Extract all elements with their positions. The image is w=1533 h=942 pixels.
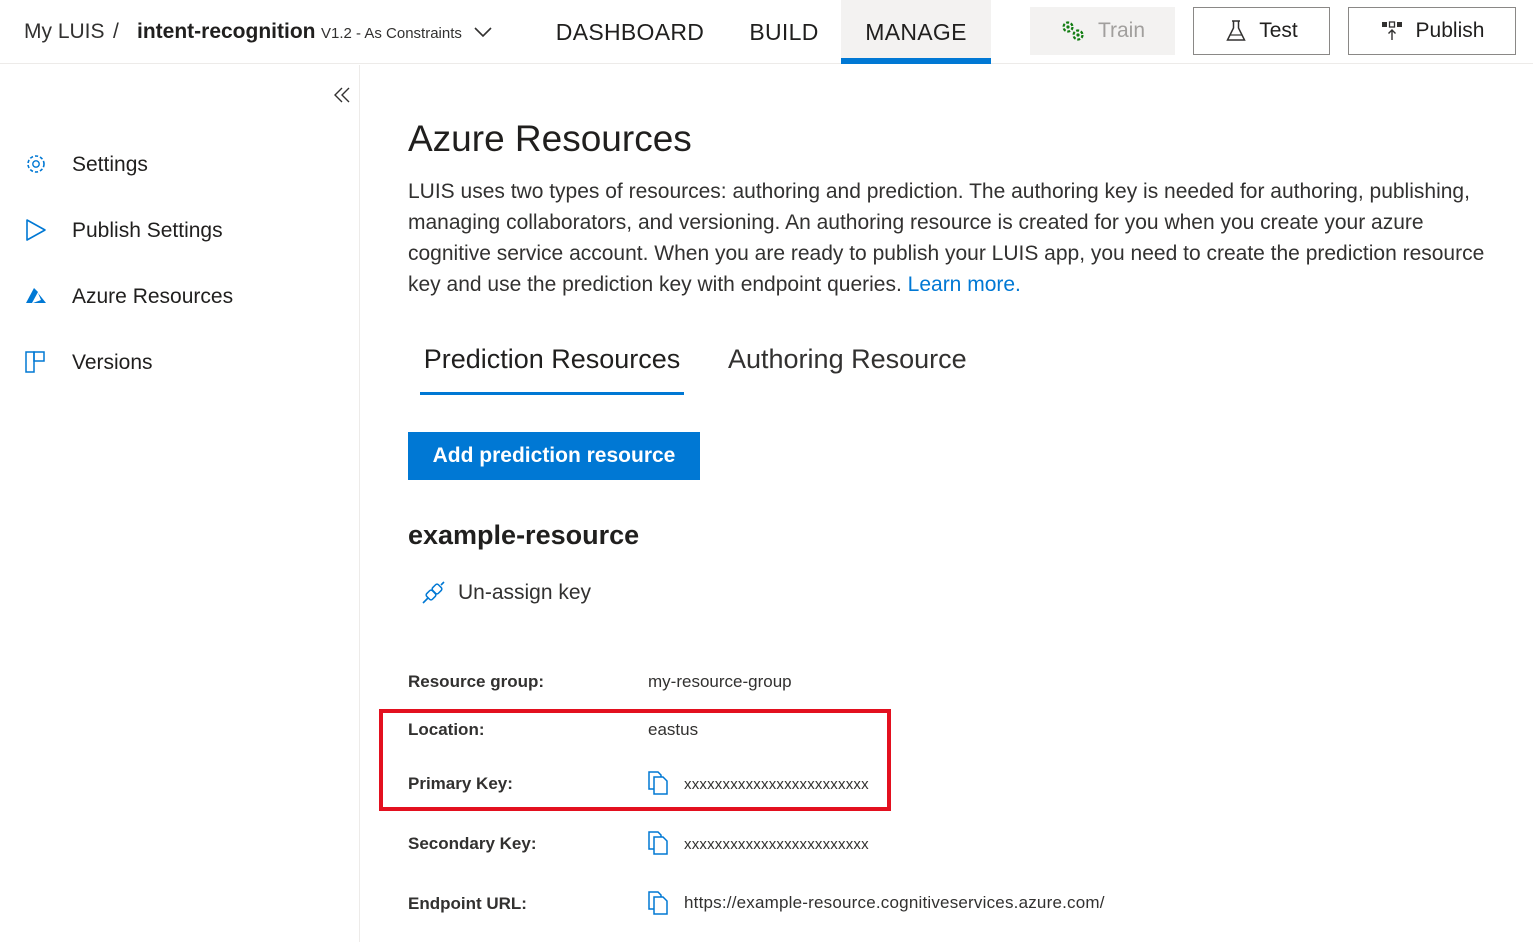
breadcrumb-separator: / — [113, 20, 119, 43]
add-prediction-resource-button[interactable]: Add prediction resource — [408, 432, 700, 480]
resource-group-label: Resource group: — [408, 672, 545, 691]
train-button[interactable]: Train — [1030, 7, 1175, 55]
sidebar-item-label: Versions — [72, 351, 153, 374]
resource-group-value: my-resource-group — [648, 672, 792, 691]
sidebar: Settings Publish Settings Azure Resource… — [0, 65, 360, 942]
gears-icon — [1062, 21, 1084, 41]
resource-name: example-resource — [408, 520, 640, 550]
endpoint-url-value: https://example-resource.cognitiveservic… — [684, 893, 1105, 912]
top-bar: My LUIS / intent-recognition V1.2 - As C… — [0, 0, 1533, 64]
publish-button[interactable]: Publish — [1348, 7, 1516, 55]
chevron-down-icon[interactable] — [473, 22, 493, 42]
publish-label: Publish — [1415, 19, 1485, 42]
copy-endpoint-url-icon[interactable] — [647, 890, 669, 916]
nav-manage[interactable]: MANAGE — [841, 0, 991, 64]
learn-more-link[interactable]: Learn more. — [908, 273, 1021, 296]
azure-icon — [26, 288, 46, 303]
copy-secondary-key-icon[interactable] — [647, 830, 669, 856]
breadcrumb-home[interactable]: My LUIS — [24, 20, 105, 44]
secondary-key-label: Secondary Key: — [408, 834, 537, 853]
version-label[interactable]: V1.2 - As Constraints — [321, 25, 462, 42]
sidebar-item-azure-resources[interactable]: Azure Resources — [0, 272, 359, 322]
unassign-key-button[interactable]: Un-assign key — [420, 576, 591, 610]
nav-dashboard[interactable]: DASHBOARD — [548, 0, 712, 64]
tab-authoring-resource[interactable]: Authoring Resource — [728, 344, 967, 375]
publish-icon — [1381, 21, 1402, 40]
sidebar-item-settings[interactable]: Settings — [0, 140, 359, 190]
gear-icon — [27, 155, 45, 173]
page-title: Azure Resources — [408, 118, 692, 159]
nav-build[interactable]: BUILD — [738, 0, 830, 64]
tab-prediction-resources[interactable]: Prediction Resources — [420, 344, 684, 395]
secondary-key-value: xxxxxxxxxxxxxxxxxxxxxxxx — [684, 836, 869, 853]
test-label: Test — [1259, 19, 1298, 42]
endpoint-url-label: Endpoint URL: — [408, 894, 527, 913]
breadcrumb-app-name[interactable]: intent-recognition — [137, 20, 315, 44]
collapse-icon[interactable] — [330, 83, 354, 107]
train-label: Train — [1097, 19, 1146, 42]
unplug-icon — [422, 581, 445, 604]
sidebar-item-publish-settings[interactable]: Publish Settings — [0, 206, 359, 256]
sidebar-item-versions[interactable]: Versions — [0, 338, 359, 388]
versions-icon — [25, 351, 45, 373]
flask-icon — [1226, 20, 1246, 41]
test-button[interactable]: Test — [1193, 7, 1330, 55]
play-icon — [26, 219, 46, 241]
page-description: LUIS uses two types of resources: author… — [408, 176, 1498, 300]
highlight-box — [379, 709, 891, 811]
sidebar-item-label: Publish Settings — [72, 219, 223, 242]
sidebar-item-label: Settings — [72, 153, 148, 176]
unassign-key-label: Un-assign key — [458, 581, 592, 604]
sidebar-item-label: Azure Resources — [72, 285, 234, 308]
